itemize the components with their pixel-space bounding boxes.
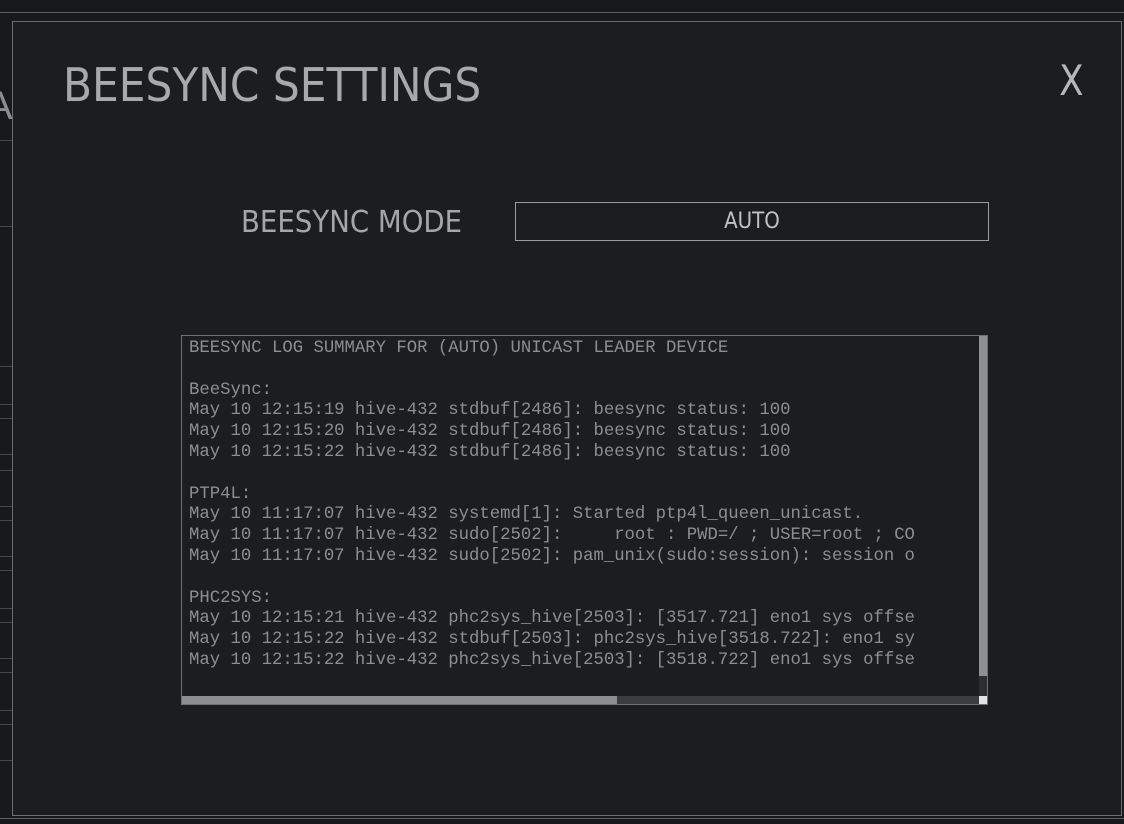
- log-line: May 10 12:15:22 hive-432 stdbuf[2486]: b…: [189, 442, 791, 462]
- beesync-settings-dialog: BEESYNC SETTINGS X BEESYNC MODE AUTO BEE…: [12, 21, 1122, 816]
- background-row-divider: [0, 760, 12, 761]
- scrollbar-corner: [979, 696, 987, 704]
- background-row-divider: [0, 470, 12, 471]
- background-row-divider: [0, 570, 12, 571]
- log-line: PTP4L:: [189, 484, 252, 504]
- background-row-divider: [0, 672, 12, 673]
- log-line: May 10 12:15:19 hive-432 stdbuf[2486]: b…: [189, 401, 791, 421]
- log-line: May 10 12:15:22 hive-432 stdbuf[2503]: p…: [189, 630, 915, 650]
- horizontal-scrollbar-thumb[interactable]: [182, 696, 617, 704]
- horizontal-scrollbar[interactable]: [182, 696, 987, 704]
- background-row-divider: [0, 556, 12, 557]
- log-line: BeeSync:: [189, 380, 272, 400]
- log-line: May 10 11:17:07 hive-432 sudo[2502]: pam…: [189, 546, 915, 566]
- background-row-divider: [0, 622, 12, 623]
- beesync-mode-label: BEESYNC MODE: [241, 205, 463, 240]
- background-row-divider: [0, 418, 12, 419]
- background-row-divider: [0, 658, 12, 659]
- log-line: May 10 12:15:21 hive-432 phc2sys_hive[25…: [189, 609, 915, 629]
- background-row-divider: [0, 140, 12, 141]
- log-line: May 10 12:15:22 hive-432 phc2sys_hive[25…: [189, 650, 915, 670]
- background-divider: [0, 12, 1124, 13]
- close-button[interactable]: X: [1059, 56, 1083, 105]
- background-row-divider: [0, 404, 12, 405]
- background-row-divider: [0, 506, 12, 507]
- log-line: May 10 11:17:07 hive-432 systemd[1]: Sta…: [189, 505, 864, 525]
- log-text-area: BEESYNC LOG SUMMARY FOR (AUTO) UNICAST L…: [189, 339, 979, 695]
- beesync-mode-value: AUTO: [724, 209, 780, 234]
- beesync-mode-select[interactable]: AUTO: [515, 202, 989, 241]
- vertical-scrollbar[interactable]: [979, 336, 987, 696]
- background-list-edge: [0, 140, 12, 780]
- background-row-divider: [0, 366, 12, 367]
- background-row-divider: [0, 710, 12, 711]
- log-line: BEESYNC LOG SUMMARY FOR (AUTO) UNICAST L…: [189, 339, 729, 358]
- background-row-divider: [0, 226, 12, 227]
- log-line: May 10 11:17:07 hive-432 sudo[2502]: roo…: [189, 526, 915, 546]
- background-row-divider: [0, 520, 12, 521]
- vertical-scrollbar-track-end: [979, 676, 987, 696]
- background-divider: [0, 818, 1124, 819]
- background-row-divider: [0, 608, 12, 609]
- log-summary-panel[interactable]: BEESYNC LOG SUMMARY FOR (AUTO) UNICAST L…: [181, 335, 988, 705]
- background-row-divider: [0, 454, 12, 455]
- background-row-divider: [0, 724, 12, 725]
- background-partial-text: A: [0, 84, 13, 129]
- log-line: May 10 12:15:20 hive-432 stdbuf[2486]: b…: [189, 422, 791, 442]
- dialog-title: BEESYNC SETTINGS: [63, 58, 482, 112]
- log-line: PHC2SYS:: [189, 588, 272, 608]
